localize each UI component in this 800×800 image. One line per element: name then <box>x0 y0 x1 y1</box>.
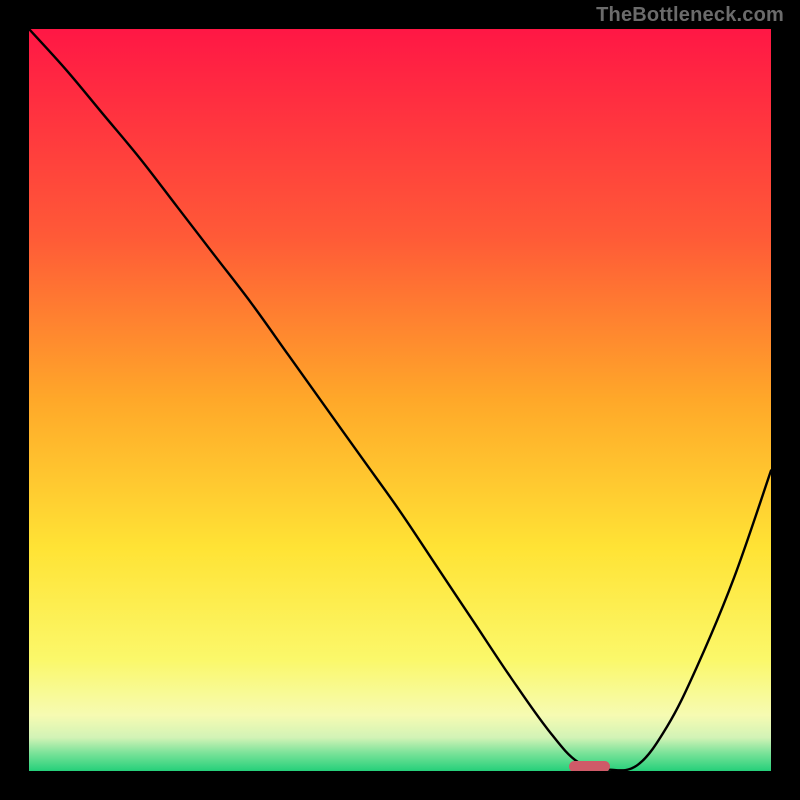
optimum-marker <box>569 761 610 771</box>
watermark-text: TheBottleneck.com <box>596 4 784 27</box>
plot-area <box>29 29 771 771</box>
bottleneck-curve <box>29 29 771 771</box>
chart-frame: TheBottleneck.com <box>0 0 800 800</box>
